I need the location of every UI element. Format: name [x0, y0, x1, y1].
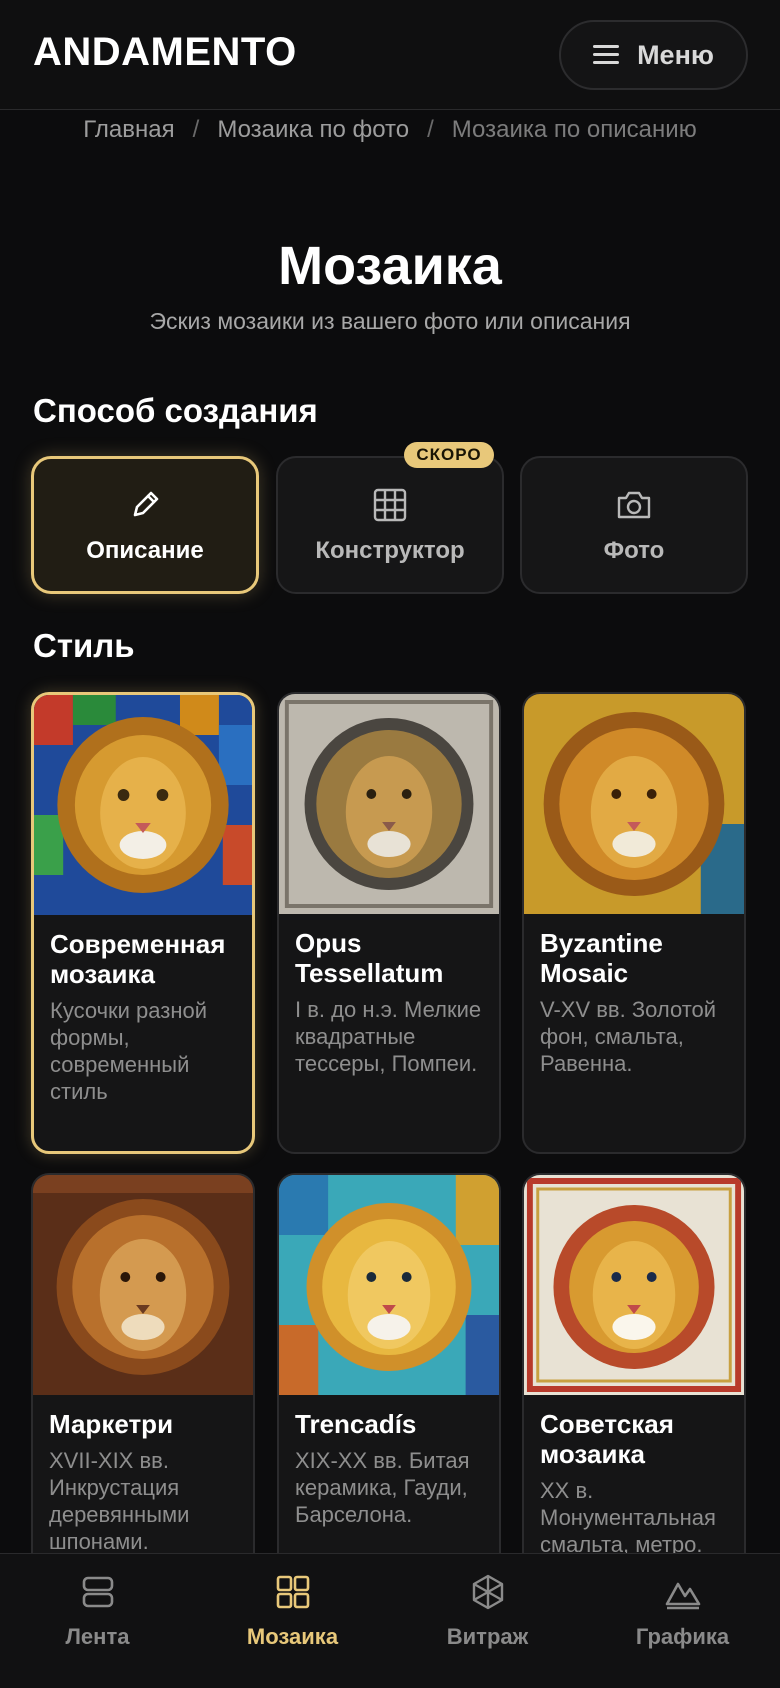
style-card-soviet[interactable]: Советская мозаика XX в. Монументальная с…: [522, 1173, 746, 1573]
breadcrumb-home[interactable]: Главная: [83, 116, 174, 144]
feed-icon: [82, 1576, 113, 1608]
mountain-icon: [665, 1582, 700, 1610]
nav-label: Мозаика: [246, 1624, 339, 1649]
nav-mosaic[interactable]: Мозаика: [195, 1572, 390, 1672]
lion-marquetry-image: [33, 1175, 253, 1395]
nav-label: Графика: [635, 1624, 730, 1649]
lion-mosaic-tessellatum-image: [279, 694, 499, 914]
style-card-opus-tessellatum[interactable]: Opus Tessellatum I в. до н.э. Мелкие ква…: [277, 692, 501, 1154]
method-label: Конструктор: [315, 537, 465, 564]
lion-soviet-mosaic-image: [524, 1175, 744, 1395]
style-card-description: I в. до н.э. Мелкие квадратные тессеры, …: [295, 997, 482, 1076]
method-photo[interactable]: Фото: [520, 456, 748, 594]
style-card-modern[interactable]: Современная мозаика Кусочки разной формы…: [31, 692, 255, 1154]
breadcrumb-separator: /: [192, 116, 200, 143]
method-label: Описание: [86, 537, 204, 564]
lion-trencadis-image: [279, 1175, 499, 1395]
style-card-description: Кусочки разной формы, современный стиль: [50, 998, 208, 1104]
stained-glass-icon: [472, 1574, 503, 1610]
pencil-icon: [133, 491, 159, 517]
bottom-navigation: Лента Мозаика Витраж Графика: [0, 1553, 780, 1688]
style-card-description: XX в. Монументальная смальта, метро.: [540, 1478, 716, 1557]
method-description[interactable]: Описание: [31, 456, 259, 594]
style-card-title: Byzantine Mosaic: [540, 928, 663, 988]
page-subtitle: Эскиз мозаики из вашего фото или описани…: [149, 308, 631, 334]
style-card-title: Trencadís: [295, 1409, 417, 1439]
nav-stained-glass[interactable]: Витраж: [390, 1572, 585, 1672]
breadcrumb-separator: /: [427, 116, 434, 143]
soon-badge: СКОРО: [404, 442, 494, 468]
breadcrumb-photo-mosaic[interactable]: Мозаика по фото: [217, 116, 409, 144]
menu-button[interactable]: Меню: [559, 20, 748, 90]
style-card-description: XIX-XX вв. Битая керамика, Гауди, Барсел…: [295, 1448, 470, 1527]
style-card-byzantine[interactable]: Byzantine Mosaic V-XV вв. Золотой фон, с…: [522, 692, 746, 1154]
style-card-trencadis[interactable]: Trencadís XIX-XX вв. Битая керамика, Гау…: [277, 1173, 501, 1573]
menu-label: Меню: [637, 39, 714, 70]
camera-icon: [617, 491, 651, 519]
breadcrumb-current: Мозаика по описанию: [451, 116, 697, 143]
nav-label: Лента: [65, 1624, 130, 1649]
top-header: ANDAMENTO Меню: [0, 0, 780, 110]
nav-label: Витраж: [446, 1624, 529, 1649]
breadcrumb: Главная / Мозаика по фото / Мозаика по о…: [0, 112, 780, 148]
style-card-title: Советская мозаика: [540, 1409, 674, 1469]
lion-mosaic-modern-image: [34, 695, 252, 915]
page-title: Мозаика: [278, 236, 502, 296]
method-label: Фото: [603, 537, 665, 564]
hamburger-icon: [593, 45, 620, 65]
app-logo[interactable]: ANDAMENTO: [33, 30, 297, 75]
method-section-title: Способ создания: [33, 392, 318, 429]
mosaic-grid-icon: [276, 1575, 309, 1609]
lion-mosaic-byzantine-image: [524, 694, 744, 914]
method-constructor[interactable]: Конструктор: [276, 456, 504, 594]
style-card-description: XVII-XIX вв. Инкрустация деревянными шпо…: [49, 1448, 190, 1554]
style-section-title: Стиль: [33, 627, 135, 664]
style-card-marquetry[interactable]: Маркетри XVII-XIX вв. Инкрустация деревя…: [31, 1173, 255, 1573]
style-card-title: Современная мозаика: [50, 929, 226, 989]
nav-graphics[interactable]: Графика: [585, 1572, 780, 1672]
nav-feed[interactable]: Лента: [0, 1572, 195, 1672]
style-card-title: Opus Tessellatum: [295, 928, 444, 988]
style-card-title: Маркетри: [49, 1409, 174, 1439]
grid-icon: [373, 488, 407, 522]
style-card-description: V-XV вв. Золотой фон, смальта, Равенна.: [540, 997, 717, 1076]
